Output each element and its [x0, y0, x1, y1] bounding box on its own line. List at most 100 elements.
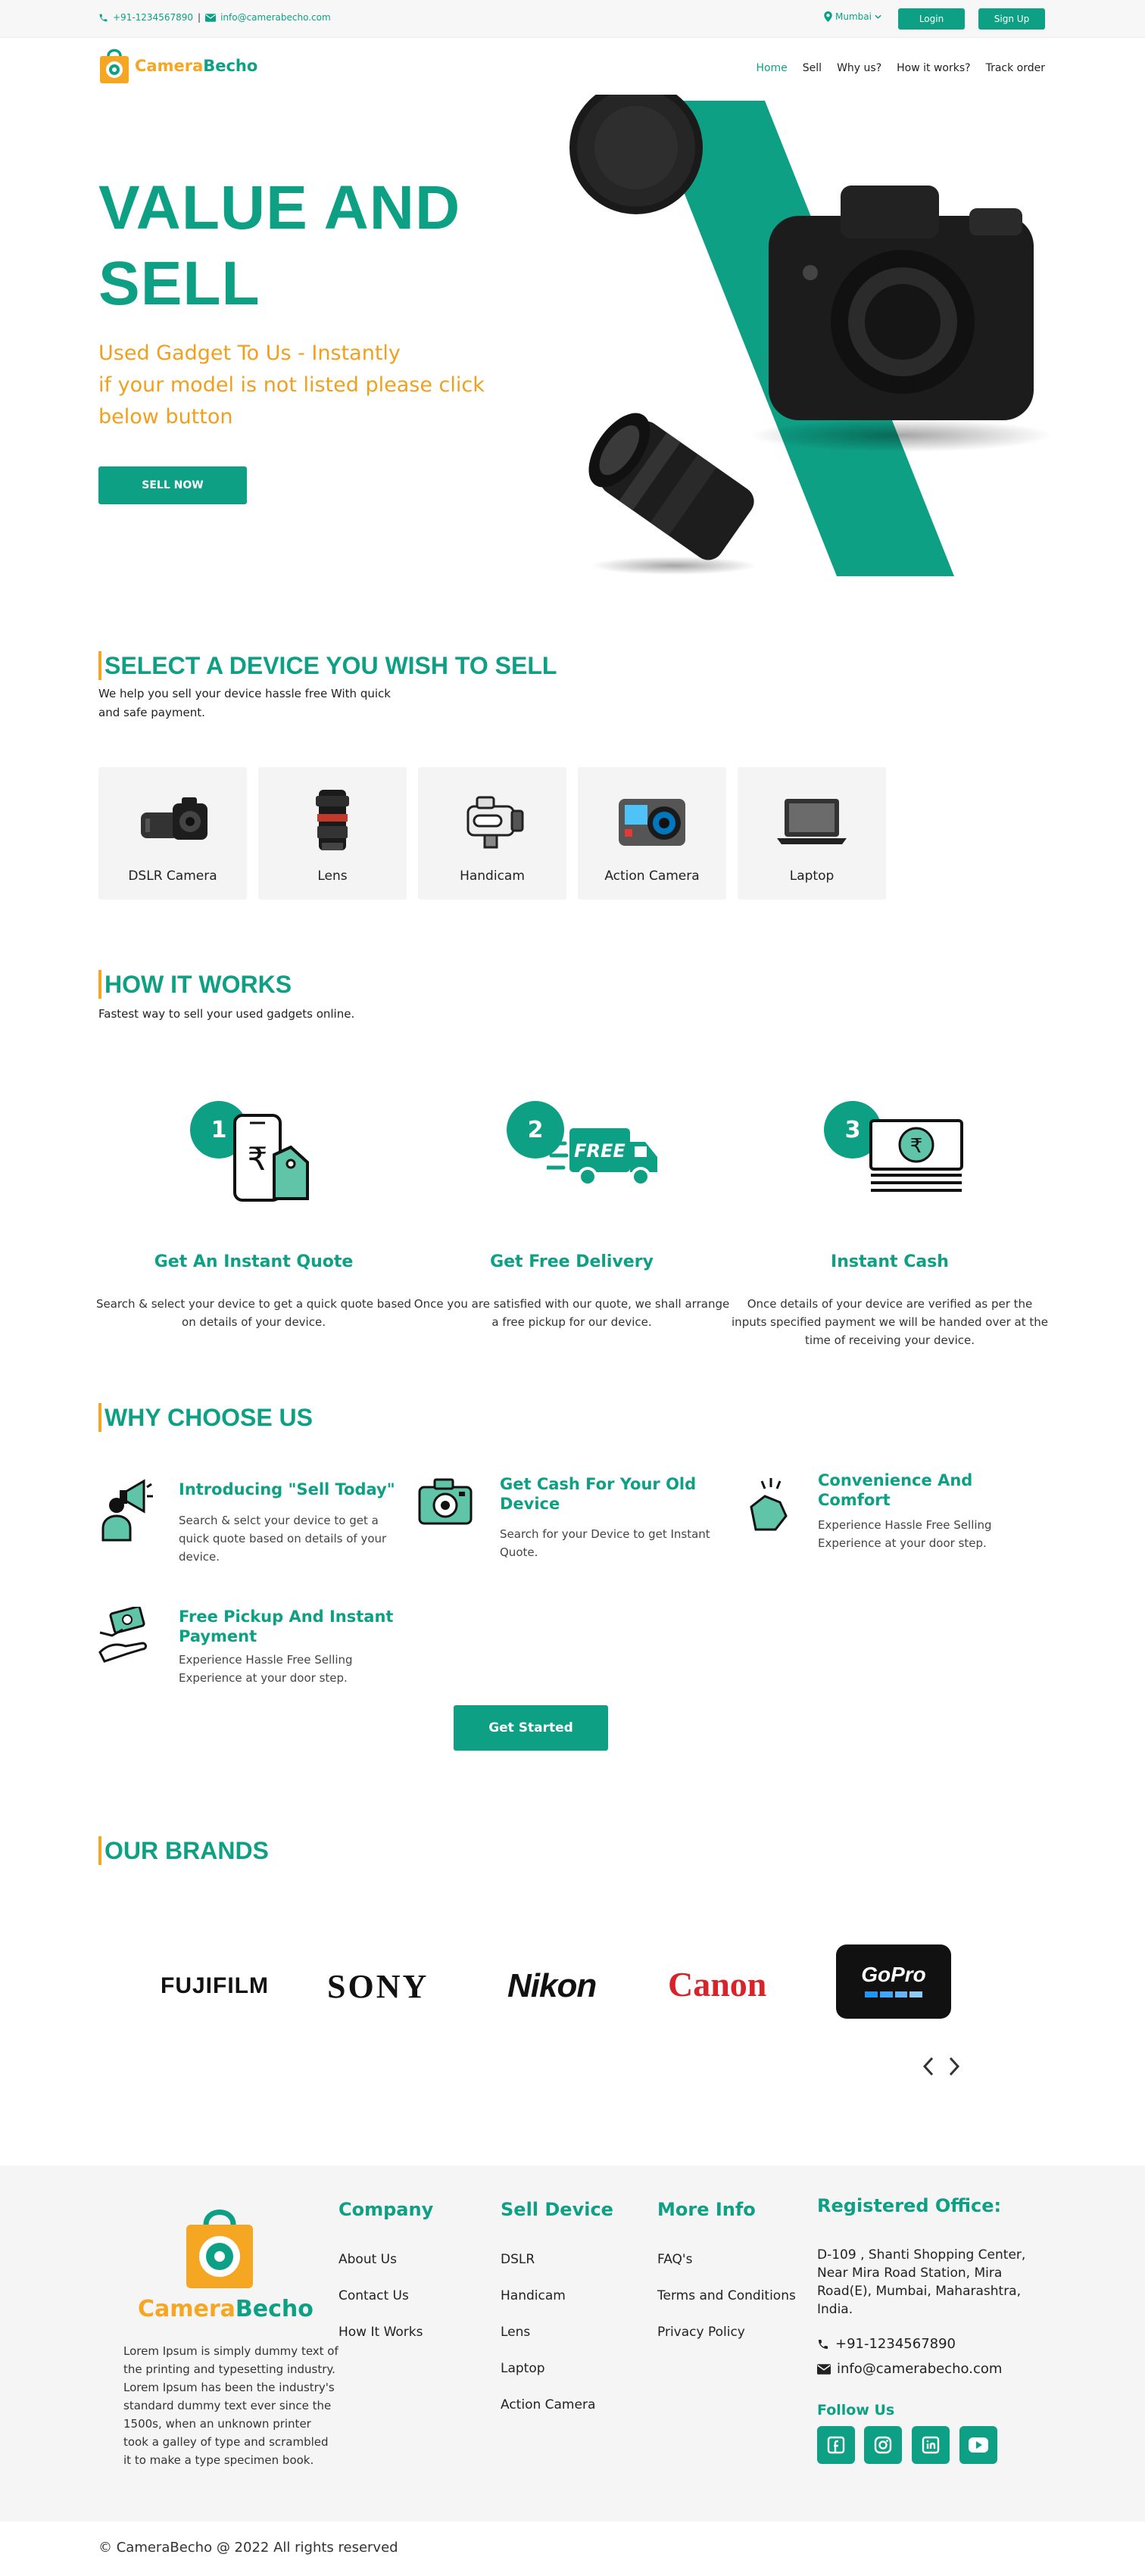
svg-text:₹: ₹ — [248, 1140, 268, 1177]
brand-name: CameraBecho — [135, 57, 257, 75]
footer-link-privacy[interactable]: Privacy Policy — [657, 2325, 745, 2340]
lens-icon — [316, 790, 349, 850]
device-label-action-camera: Action Camera — [604, 869, 700, 884]
phone-icon — [819, 2339, 828, 2349]
footer-link-terms[interactable]: Terms and Conditions — [657, 2288, 796, 2303]
rupee-symbol: ₹ — [910, 1135, 923, 1158]
snap-hand-icon — [750, 1478, 788, 1531]
how-it-works-subtitle: Fastest way to sell your used gadgets on… — [98, 1007, 355, 1021]
brand-name-part1: Camera — [135, 57, 204, 75]
hero-subtitle-line2: if your model is not listed please click — [98, 373, 485, 397]
phone-quote-icon: ₹ — [233, 1114, 309, 1202]
step-title-3: Instant Cash — [831, 1252, 949, 1271]
youtube-button[interactable] — [959, 2426, 997, 2464]
chevron-left-icon[interactable] — [922, 2057, 934, 2076]
device-label-dslr: DSLR Camera — [128, 869, 217, 884]
footer-more-info-heading: More Info — [657, 2199, 756, 2220]
footer-link-action-camera[interactable]: Action Camera — [501, 2397, 595, 2412]
select-device-subtitle-line2: and safe payment. — [98, 706, 205, 719]
contact-info: +91-1234567890 | info@camerabecho.com — [98, 12, 331, 23]
topbar-phone[interactable]: +91-1234567890 — [113, 12, 193, 23]
why-title-2: Get Cash For Your Old Device — [500, 1475, 697, 1513]
footer-office-address: D-109 , Shanti Shopping Center, Near Mir… — [817, 2247, 1026, 2317]
footer-link-faqs[interactable]: FAQ's — [657, 2252, 692, 2267]
mail-icon — [205, 13, 217, 22]
our-brands-heading: OUR BRANDS — [98, 1836, 269, 1865]
facebook-button[interactable] — [817, 2426, 855, 2464]
megaphone-person-icon — [101, 1479, 153, 1542]
action-camera-icon — [619, 799, 685, 846]
main-nav: Home Sell Why us? How it works? Track or… — [756, 62, 1045, 74]
hero-subtitle-line3: below button — [98, 405, 233, 429]
footer-about-text: Lorem Ipsum is simply dummy text of the … — [123, 2344, 339, 2467]
footer-company-heading: Company — [339, 2199, 434, 2220]
select-device-subtitle: We help you sell your device hassle free… — [98, 685, 391, 722]
why-title-4: Free Pickup And Instant Payment — [179, 1608, 394, 1645]
hero-subtitle-line1: Used Gadget To Us - Instantly — [98, 341, 401, 365]
facebook-icon — [827, 2436, 845, 2454]
get-started-button[interactable]: Get Started — [454, 1705, 608, 1751]
footer-office-heading: Registered Office: — [817, 2195, 1002, 2216]
device-card-dslr[interactable]: DSLR Camera — [98, 767, 247, 900]
map-pin-icon — [824, 11, 832, 22]
linkedin-button[interactable] — [912, 2426, 950, 2464]
topbar-email[interactable]: info@camerabecho.com — [220, 12, 331, 23]
hero-subtitle: Used Gadget To Us - Instantly if your mo… — [98, 338, 523, 433]
device-card-handicam[interactable]: Handicam — [418, 767, 566, 900]
footer-phone[interactable]: +91-1234567890 — [817, 2336, 956, 2352]
phone-icon — [99, 14, 108, 21]
nav-how-it-works[interactable]: How it works? — [897, 62, 970, 74]
footer-brand-name: CameraBecho — [138, 2296, 314, 2322]
brand-sony[interactable]: SONY — [327, 1967, 429, 2006]
footer-brand-name-part2: Becho — [235, 2296, 314, 2322]
top-bar: +91-1234567890 | info@camerabecho.com Mu… — [0, 0, 1145, 38]
location-label: Mumbai — [835, 11, 872, 22]
why-desc-3: Experience Hassle Free Selling Experienc… — [818, 1518, 992, 1550]
device-card-laptop[interactable]: Laptop — [738, 767, 886, 900]
instagram-button[interactable] — [864, 2426, 902, 2464]
footer-email-text: info@camerabecho.com — [837, 2361, 1003, 2377]
footer-sell-device-heading: Sell Device — [501, 2199, 613, 2220]
why-title-3: Convenience And Comfort — [818, 1471, 973, 1509]
footer-link-laptop[interactable]: Laptop — [501, 2361, 545, 2376]
copyright-text: © CameraBecho @ 2022 All rights reserved — [98, 2540, 398, 2556]
brand-nikon[interactable]: Nikon — [507, 1967, 597, 2005]
laptop-icon — [777, 799, 847, 844]
free-badge: FREE — [574, 1140, 626, 1162]
footer-link-dslr[interactable]: DSLR — [501, 2252, 535, 2267]
location-selector[interactable]: Mumbai — [824, 11, 881, 22]
dslr-camera-icon — [141, 797, 207, 840]
brand-fujifilm[interactable]: FUJIFILM — [161, 1973, 269, 1999]
nav-why-us[interactable]: Why us? — [837, 62, 881, 74]
footer-link-how-it-works[interactable]: How It Works — [339, 2325, 423, 2340]
linkedin-icon — [922, 2436, 940, 2454]
brand-canon[interactable]: Canon — [668, 1964, 766, 2004]
why-choose-heading: WHY CHOOSE US — [98, 1403, 313, 1432]
footer-link-about-us[interactable]: About Us — [339, 2252, 397, 2267]
step-title-1: Get An Instant Quote — [154, 1252, 354, 1271]
footer-link-contact-us[interactable]: Contact Us — [339, 2288, 409, 2303]
sell-now-button[interactable]: SELL NOW — [98, 466, 247, 504]
signup-button[interactable]: Sign Up — [978, 8, 1045, 30]
nav-sell[interactable]: Sell — [803, 62, 822, 74]
chevron-right-icon[interactable] — [948, 2057, 960, 2076]
device-label-laptop: Laptop — [789, 869, 835, 884]
site-logo[interactable]: CameraBecho — [98, 47, 257, 85]
pickup-payment-icon — [98, 1607, 147, 1663]
footer-phone-text: +91-1234567890 — [835, 2336, 956, 2352]
footer-email[interactable]: info@camerabecho.com — [817, 2361, 1002, 2377]
brand-name-part2: Becho — [203, 57, 258, 75]
device-card-lens[interactable]: Lens — [258, 767, 407, 900]
step-desc-2: Once you are satisfied with our quote, w… — [413, 1297, 730, 1329]
footer-link-lens[interactable]: Lens — [501, 2325, 530, 2340]
select-device-subtitle-line1: We help you sell your device hassle free… — [98, 687, 391, 700]
nav-home[interactable]: Home — [756, 62, 787, 74]
brand-gopro[interactable]: GoPro — [836, 1944, 951, 2019]
chevron-down-icon — [875, 14, 881, 19]
footer-link-handicam[interactable]: Handicam — [501, 2288, 566, 2303]
nav-track-order[interactable]: Track order — [986, 62, 1045, 74]
youtube-icon — [969, 2437, 988, 2453]
login-button[interactable]: Login — [898, 8, 965, 30]
device-label-lens: Lens — [317, 869, 348, 884]
device-card-action-camera[interactable]: Action Camera — [578, 767, 726, 900]
